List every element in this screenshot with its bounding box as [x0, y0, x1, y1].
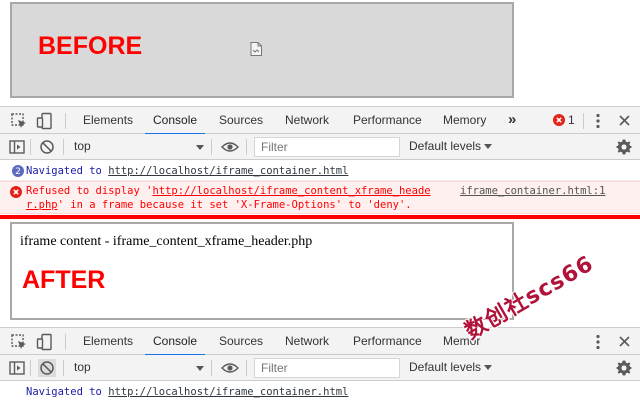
more-tabs-button[interactable]: » [508, 107, 516, 134]
tab-console[interactable]: Console [144, 328, 206, 356]
after-label: AFTER [22, 266, 106, 294]
error-icon [10, 186, 22, 198]
message-link[interactable]: http://localhost/iframe_container.html [108, 165, 348, 177]
error-link[interactable]: http://localhost/iframe_content_xframe_h… [152, 185, 430, 197]
console-toolbar: top Default levels [0, 134, 640, 160]
tabbar-separator [65, 334, 66, 350]
toolbar-separator [246, 139, 247, 155]
console-toolbar: top Default levels [0, 355, 640, 381]
toolbar-separator [63, 360, 64, 376]
context-select[interactable]: top [70, 355, 208, 380]
error-message-text: Refused to display 'http://localhost/ifr… [26, 184, 456, 198]
console-message-text: Navigated to http://localhost/iframe_con… [26, 164, 348, 178]
toolbar-separator [63, 139, 64, 155]
inspect-element-icon[interactable] [10, 112, 28, 130]
show-sidebar-icon[interactable] [8, 138, 26, 156]
toolbar-separator [246, 360, 247, 376]
tab-sources[interactable]: Sources [219, 328, 263, 355]
close-icon[interactable] [619, 336, 630, 347]
tab-console[interactable]: Console [144, 107, 206, 135]
iframe-content-text: iframe content - iframe_content_xframe_h… [20, 234, 313, 249]
tab-performance[interactable]: Performance [353, 107, 422, 134]
tabbar-separator [65, 113, 66, 129]
broken-document-icon [250, 42, 262, 56]
gear-icon[interactable] [615, 138, 633, 156]
message-prefix: Navigated to [26, 165, 109, 177]
svg-text:2: 2 [15, 167, 21, 177]
tab-sources[interactable]: Sources [219, 107, 263, 134]
chevron-down-icon [484, 365, 492, 370]
error-link-continued[interactable]: r.php [26, 199, 58, 211]
error-prefix: Refused to display ' [26, 185, 153, 197]
tabbar-separator [583, 113, 584, 129]
console-message-navigated: 2 Navigated to http://localhost/iframe_c… [0, 161, 640, 181]
filter-input[interactable] [254, 358, 400, 378]
eye-icon[interactable] [221, 362, 239, 374]
chevron-down-icon [484, 144, 492, 149]
gear-icon[interactable] [615, 359, 633, 377]
tab-performance[interactable]: Performance [353, 328, 422, 355]
toolbar-separator [30, 360, 31, 376]
tab-memory[interactable]: Memory [443, 107, 486, 134]
console-message-navigated: Navigated to http://localhost/iframe_con… [0, 383, 640, 400]
devtools-tabbar: Elements Console Sources Network Perform… [0, 106, 640, 135]
before-label: BEFORE [38, 32, 143, 60]
clear-console-icon[interactable] [38, 359, 56, 377]
chevron-down-icon [196, 145, 204, 150]
close-icon[interactable] [619, 115, 630, 126]
iframe-before-panel: BEFORE [10, 2, 514, 98]
inspect-element-icon[interactable] [10, 333, 28, 351]
log-levels-select[interactable]: Default levels [409, 355, 481, 380]
tab-elements[interactable]: Elements [83, 328, 133, 355]
device-toolbar-icon[interactable] [36, 112, 54, 130]
console-message-error: Refused to display 'http://localhost/ifr… [0, 181, 640, 214]
iframe-after-panel: iframe content - iframe_content_xframe_h… [10, 222, 514, 320]
device-toolbar-icon[interactable] [36, 333, 54, 351]
error-message-text-continued: r.php' in a frame because it set 'X-Fram… [26, 198, 412, 212]
toolbar-separator [30, 139, 31, 155]
error-source-link[interactable]: iframe_container.html:1 [460, 184, 605, 198]
more-options-icon[interactable] [596, 334, 600, 350]
error-count-icon[interactable] [553, 114, 565, 126]
error-suffix: ' in a frame because it set 'X-Frame-Opt… [57, 199, 412, 211]
eye-icon[interactable] [221, 141, 239, 153]
error-count[interactable]: 1 [568, 107, 575, 134]
toolbar-separator [211, 360, 212, 376]
context-select[interactable]: top [70, 134, 208, 159]
log-levels-select[interactable]: Default levels [409, 134, 481, 159]
console-message-text: Navigated to http://localhost/iframe_con… [26, 385, 348, 399]
message-prefix: Navigated to [26, 386, 109, 398]
tab-network[interactable]: Network [285, 107, 329, 134]
toolbar-separator [211, 139, 212, 155]
filter-input[interactable] [254, 137, 400, 157]
tab-elements[interactable]: Elements [83, 107, 133, 134]
red-divider [0, 215, 640, 219]
chevron-down-icon [196, 366, 204, 371]
message-link[interactable]: http://localhost/iframe_container.html [108, 386, 348, 398]
show-sidebar-icon[interactable] [8, 359, 26, 377]
more-options-icon[interactable] [596, 113, 600, 129]
repeat-count-badge: 2 [12, 165, 24, 177]
tab-network[interactable]: Network [285, 328, 329, 355]
clear-console-icon[interactable] [38, 138, 56, 156]
devtools-tabbar: Elements Console Sources Network Perform… [0, 327, 640, 356]
